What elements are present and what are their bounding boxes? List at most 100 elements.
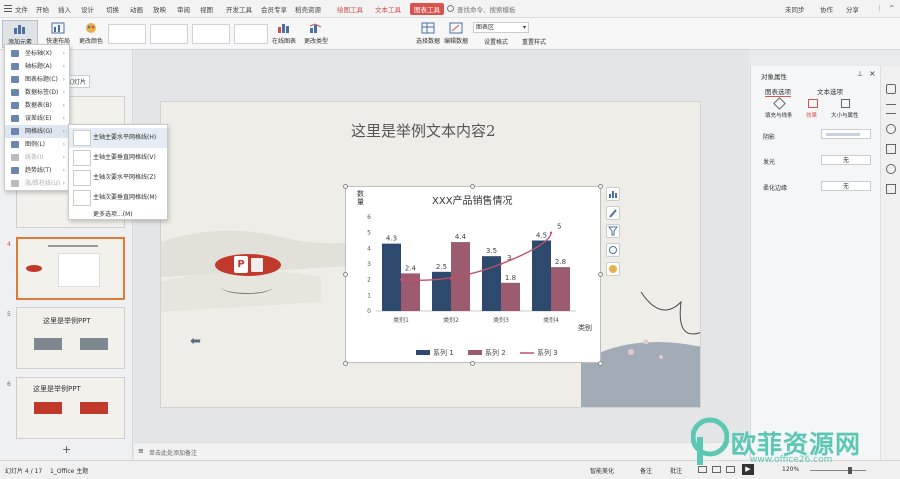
submenu-more-options[interactable]: 更多选项...(M) <box>69 208 167 221</box>
unsynced-status[interactable]: 未同步 <box>785 4 805 14</box>
zoom-slider[interactable] <box>810 470 866 471</box>
fill-line-icon[interactable] <box>773 97 786 110</box>
glow-select[interactable]: 无 <box>821 155 871 165</box>
notes-toggle[interactable]: 备注 <box>640 466 652 475</box>
change-type-button[interactable]: 更改类型 <box>302 20 330 48</box>
resize-handle[interactable] <box>470 184 475 189</box>
search-command-input[interactable]: 查找命令、搜索模板 <box>457 4 516 14</box>
size-icon[interactable] <box>841 99 850 108</box>
online-chart-button[interactable]: 在线图表 <box>270 20 298 48</box>
menu-docer[interactable]: 稻壳资源 <box>295 4 321 14</box>
chart-style-2[interactable] <box>150 24 188 44</box>
resize-handle[interactable] <box>598 184 603 189</box>
transition-icon[interactable] <box>886 144 896 154</box>
resize-handle[interactable] <box>343 184 348 189</box>
beautify-button[interactable]: 智能美化 <box>590 466 614 475</box>
menu-member[interactable]: 会员专享 <box>261 4 287 14</box>
slide-title[interactable]: 这里是举例文本内容2 <box>351 120 496 141</box>
help-icon[interactable] <box>886 164 896 174</box>
submenu-minor-vertical[interactable]: 主轴次要垂直网格线(M) <box>69 188 167 208</box>
sub-effect[interactable]: 效果 <box>806 111 817 119</box>
menu-chart-tools[interactable]: 图表工具 <box>410 3 444 15</box>
properties-icon[interactable] <box>886 84 896 94</box>
x-axis-title[interactable]: 类别 <box>578 323 592 333</box>
menu-item-trendline[interactable]: 趋势线(T) › <box>5 164 69 177</box>
animation-icon[interactable] <box>886 124 896 134</box>
slide-thumbnail-5[interactable]: 这里是举例PPT <box>16 307 125 369</box>
y-axis-title[interactable]: 数量 <box>357 190 366 206</box>
chart-style-brush-icon[interactable] <box>606 206 620 220</box>
adjust-icon[interactable] <box>886 104 896 114</box>
chart-element-select[interactable]: 图表区 ▾ <box>473 22 529 33</box>
submenu-major-horizontal[interactable]: 主轴主要水平网格线(H) <box>69 128 167 148</box>
soft-edge-select[interactable]: 无 <box>821 181 871 191</box>
menu-home[interactable]: 开始 <box>36 4 49 14</box>
menu-item-data-labels[interactable]: 数据标签(D) › <box>5 86 69 99</box>
sorter-view-icon[interactable] <box>712 466 721 473</box>
chart-style-4[interactable] <box>234 24 268 44</box>
slide-thumbnail-4[interactable] <box>16 237 125 300</box>
resize-handle[interactable] <box>470 361 475 366</box>
glow-label[interactable]: 发光 <box>763 157 775 166</box>
chart-style-3[interactable] <box>192 24 230 44</box>
menu-animation[interactable]: 动画 <box>130 4 143 14</box>
play-icon[interactable]: ▶ <box>742 464 754 475</box>
chart-style-1[interactable] <box>108 24 146 44</box>
chart[interactable]: 0 1 2 3 4 5 6 类别1 4.3 2.4 类别2 2.5 4.4 类别3 3.5 1.8 类别4 4.5… <box>345 186 601 363</box>
set-format-button[interactable]: 设置格式 <box>484 37 508 46</box>
edit-data-button[interactable]: 编辑数据 <box>442 20 470 48</box>
menu-item-axis[interactable]: 坐标轴(X) › <box>5 47 69 60</box>
menu-view[interactable]: 视图 <box>200 4 213 14</box>
menu-item-legend[interactable]: 图例(L) › <box>5 138 69 151</box>
menu-item-gridlines[interactable]: 网格线(G) › <box>5 125 69 138</box>
menu-file[interactable]: 文件 <box>15 4 28 14</box>
resize-handle[interactable] <box>343 361 348 366</box>
submenu-major-vertical[interactable]: 主轴主要垂直网格线(V) <box>69 148 167 168</box>
reading-view-icon[interactable] <box>726 466 735 473</box>
app-menu-icon[interactable] <box>4 4 12 12</box>
shadow-select[interactable] <box>821 129 871 139</box>
menu-design[interactable]: 设计 <box>81 4 94 14</box>
effect-icon[interactable] <box>808 99 818 108</box>
submenu-minor-horizontal[interactable]: 主轴次要水平网格线(Z) <box>69 168 167 188</box>
zoom-level[interactable]: 120% <box>782 466 799 473</box>
menu-drawing-tools[interactable]: 绘图工具 <box>337 4 363 14</box>
resize-handle[interactable] <box>343 272 348 277</box>
chart-filter-icon[interactable] <box>606 224 620 238</box>
collapse-icon[interactable]: ^ <box>889 4 894 12</box>
tab-chart-options[interactable]: 图表选项 <box>765 86 791 97</box>
menu-item-data-table[interactable]: 数据表(B) › <box>5 99 69 112</box>
pin-icon[interactable]: ⊥ <box>857 70 863 78</box>
sub-size-properties[interactable]: 大小与属性 <box>831 111 859 119</box>
resize-handle[interactable] <box>598 361 603 366</box>
search-icon[interactable] <box>447 5 454 12</box>
soft-edge-label[interactable]: 柔化边缘 <box>763 183 787 192</box>
close-icon[interactable]: × <box>869 69 876 78</box>
resize-handle[interactable] <box>598 272 603 277</box>
menu-item-error-bars[interactable]: 误差线(E) › <box>5 112 69 125</box>
reset-style-button[interactable]: 重置样式 <box>522 37 546 46</box>
menu-item-axis-title[interactable]: 轴标题(A) › <box>5 60 69 73</box>
notes-placeholder[interactable]: 单击此处添加备注 <box>149 448 197 457</box>
menu-text-tools[interactable]: 文本工具 <box>375 4 401 14</box>
menu-item-chart-title[interactable]: 图表标题(C) › <box>5 73 69 86</box>
change-color-button[interactable]: 更改颜色 <box>78 20 104 48</box>
menu-developer[interactable]: 开发工具 <box>226 4 252 14</box>
add-slide-button[interactable]: + <box>62 443 71 456</box>
comment-toggle[interactable]: 批注 <box>670 466 682 475</box>
menu-transition[interactable]: 切换 <box>106 4 119 14</box>
select-data-button[interactable]: 选择数据 <box>414 20 442 48</box>
menu-insert[interactable]: 插入 <box>58 4 71 14</box>
more-icon[interactable]: ⋮ <box>876 4 883 12</box>
share-icon[interactable] <box>886 184 896 194</box>
chart-title[interactable]: XXX产品销售情况 <box>432 192 513 207</box>
normal-view-icon[interactable] <box>698 466 707 473</box>
shadow-label[interactable]: 阴影 <box>763 132 775 141</box>
back-arrow-icon[interactable]: ⬅ <box>190 334 201 349</box>
chart-elements-icon[interactable] <box>606 187 620 201</box>
collab-button[interactable]: 协作 <box>820 4 833 14</box>
sub-fill-line[interactable]: 填充与线条 <box>765 111 793 119</box>
chart-color-icon[interactable] <box>606 262 620 276</box>
menu-review[interactable]: 审阅 <box>177 4 190 14</box>
share-button[interactable]: 分享 <box>846 4 859 14</box>
